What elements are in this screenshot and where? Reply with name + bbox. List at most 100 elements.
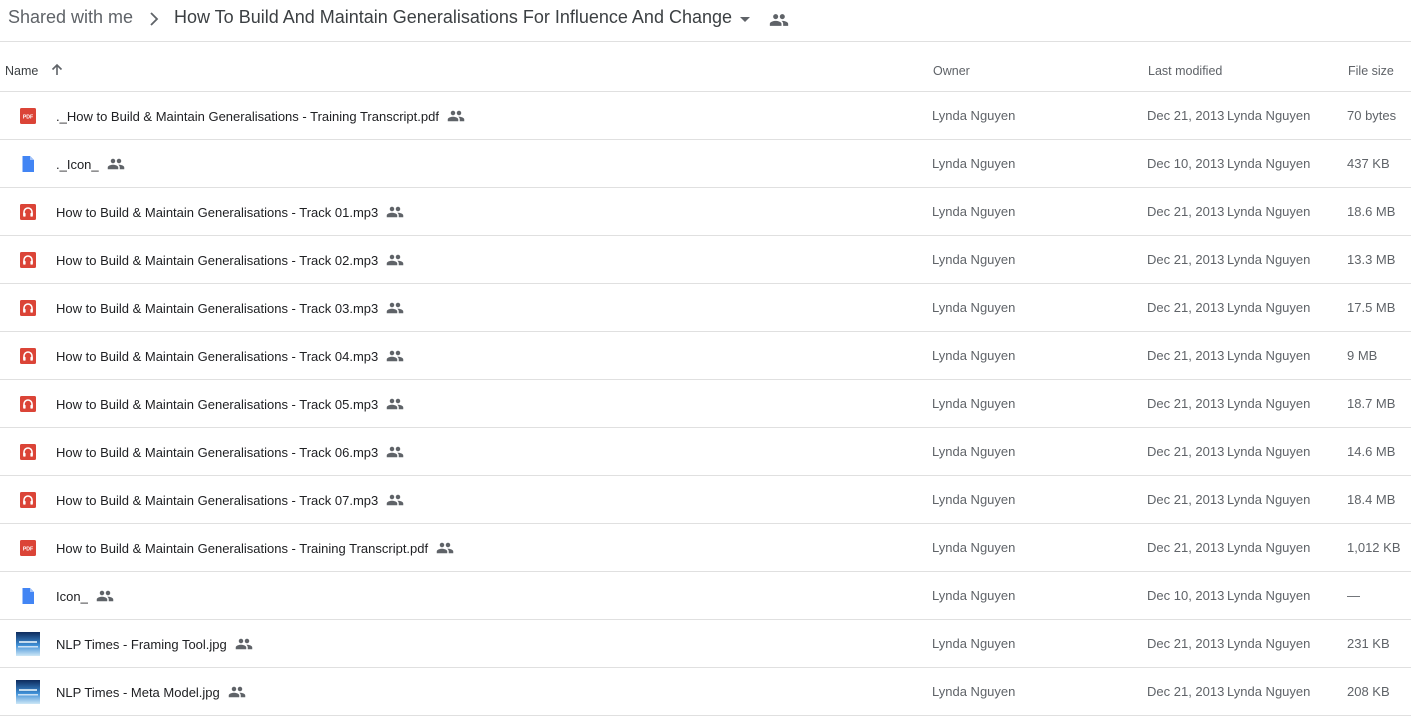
- file-owner: Lynda Nguyen: [932, 300, 1016, 315]
- file-row[interactable]: How to Build & Maintain Generalisations …: [0, 188, 1411, 236]
- shared-people-icon: [96, 587, 114, 605]
- column-header-name[interactable]: Name: [5, 64, 38, 78]
- breadcrumb-current-folder[interactable]: How To Build And Maintain Generalisation…: [174, 7, 732, 28]
- file-name[interactable]: How to Build & Maintain Generalisations …: [56, 445, 378, 460]
- file-name[interactable]: How to Build & Maintain Generalisations …: [56, 349, 378, 364]
- file-size: 208 KB: [1347, 684, 1390, 699]
- file-name-cell[interactable]: How to Build & Maintain Generalisations …: [56, 284, 404, 332]
- file-name-cell[interactable]: NLP Times - Meta Model.jpg: [56, 668, 246, 716]
- caret-down-icon[interactable]: [737, 11, 753, 27]
- file-row[interactable]: PDF How to Build & Maintain Generalisatio…: [0, 524, 1411, 572]
- file-modified-by: Lynda Nguyen: [1227, 348, 1311, 363]
- file-modified-date: Dec 21, 2013: [1147, 540, 1225, 555]
- file-name-cell[interactable]: NLP Times - Framing Tool.jpg: [56, 620, 253, 668]
- file-modified-by: Lynda Nguyen: [1227, 204, 1311, 219]
- file-modified-date: Dec 21, 2013: [1147, 396, 1225, 411]
- file-modified-by: Lynda Nguyen: [1227, 300, 1311, 315]
- file-owner: Lynda Nguyen: [932, 492, 1016, 507]
- file-owner: Lynda Nguyen: [932, 252, 1016, 267]
- file-name-cell[interactable]: Icon_: [56, 572, 114, 620]
- svg-text:PDF: PDF: [23, 115, 33, 121]
- file-owner: Lynda Nguyen: [932, 156, 1016, 171]
- column-header-last-modified[interactable]: Last modified: [1148, 64, 1222, 78]
- shared-people-icon: [436, 539, 454, 557]
- file-row[interactable]: How to Build & Maintain Generalisations …: [0, 332, 1411, 380]
- file-name[interactable]: How to Build & Maintain Generalisations …: [56, 253, 378, 268]
- column-header-row: Name Owner Last modified File size: [0, 43, 1411, 92]
- file-name[interactable]: NLP Times - Framing Tool.jpg: [56, 637, 227, 652]
- file-name[interactable]: How to Build & Maintain Generalisations …: [56, 493, 378, 508]
- file-owner: Lynda Nguyen: [932, 588, 1016, 603]
- file-name[interactable]: ._How to Build & Maintain Generalisation…: [56, 109, 439, 124]
- audio-icon: [19, 299, 37, 317]
- file-owner: Lynda Nguyen: [932, 108, 1016, 123]
- file-modified-by: Lynda Nguyen: [1227, 108, 1311, 123]
- file-name-cell[interactable]: How to Build & Maintain Generalisations …: [56, 524, 454, 572]
- file-name-cell[interactable]: How to Build & Maintain Generalisations …: [56, 236, 404, 284]
- file-owner: Lynda Nguyen: [932, 684, 1016, 699]
- file-icon: [19, 587, 37, 605]
- file-modified-by: Lynda Nguyen: [1227, 252, 1311, 267]
- shared-people-icon: [386, 443, 404, 461]
- audio-icon: [19, 251, 37, 269]
- shared-people-icon: [386, 251, 404, 269]
- file-name[interactable]: ._Icon_: [56, 157, 99, 172]
- file-modified-by: Lynda Nguyen: [1227, 396, 1311, 411]
- file-modified-date: Dec 10, 2013: [1147, 588, 1225, 603]
- file-row[interactable]: How to Build & Maintain Generalisations …: [0, 236, 1411, 284]
- file-modified-by: Lynda Nguyen: [1227, 540, 1311, 555]
- sort-arrow-up-icon[interactable]: [50, 63, 64, 77]
- file-list: PDF ._How to Build & Maintain Generalisat…: [0, 92, 1411, 716]
- audio-icon: [19, 491, 37, 509]
- audio-icon: [19, 347, 37, 365]
- file-owner: Lynda Nguyen: [932, 636, 1016, 651]
- file-size: 231 KB: [1347, 636, 1390, 651]
- audio-icon: [19, 203, 37, 221]
- shared-people-icon: [386, 491, 404, 509]
- file-row[interactable]: How to Build & Maintain Generalisations …: [0, 476, 1411, 524]
- file-row[interactable]: NLP Times - Meta Model.jpg Lynda Nguyen De…: [0, 668, 1411, 716]
- file-row[interactable]: Icon_ Lynda Nguyen Dec 10, 2013 Lynda Nguye…: [0, 572, 1411, 620]
- file-name[interactable]: How to Build & Maintain Generalisations …: [56, 301, 378, 316]
- breadcrumb: Shared with me How To Build And Maintain…: [0, 0, 1411, 42]
- file-row[interactable]: How to Build & Maintain Generalisations …: [0, 428, 1411, 476]
- file-size: —: [1347, 588, 1360, 603]
- file-row[interactable]: How to Build & Maintain Generalisations …: [0, 284, 1411, 332]
- file-name-cell[interactable]: ._Icon_: [56, 140, 125, 188]
- file-modified-date: Dec 21, 2013: [1147, 636, 1225, 651]
- file-name-cell[interactable]: How to Build & Maintain Generalisations …: [56, 380, 404, 428]
- image-thumbnail-icon: [16, 632, 40, 656]
- shared-people-icon: [386, 347, 404, 365]
- file-modified-date: Dec 21, 2013: [1147, 204, 1225, 219]
- svg-text:PDF: PDF: [23, 547, 33, 553]
- file-name-cell[interactable]: How to Build & Maintain Generalisations …: [56, 188, 404, 236]
- file-name[interactable]: How to Build & Maintain Generalisations …: [56, 397, 378, 412]
- file-name[interactable]: Icon_: [56, 589, 88, 604]
- file-row[interactable]: NLP Times - Framing Tool.jpg Lynda Nguyen…: [0, 620, 1411, 668]
- file-modified-by: Lynda Nguyen: [1227, 156, 1311, 171]
- file-name[interactable]: NLP Times - Meta Model.jpg: [56, 685, 220, 700]
- file-icon: [19, 155, 37, 173]
- file-row[interactable]: How to Build & Maintain Generalisations …: [0, 380, 1411, 428]
- file-size: 9 MB: [1347, 348, 1378, 363]
- file-modified-date: Dec 21, 2013: [1147, 684, 1225, 699]
- file-name-cell[interactable]: How to Build & Maintain Generalisations …: [56, 332, 404, 380]
- shared-people-icon: [769, 14, 789, 26]
- file-name[interactable]: How to Build & Maintain Generalisations …: [56, 205, 378, 220]
- file-name-cell[interactable]: How to Build & Maintain Generalisations …: [56, 428, 404, 476]
- file-modified-date: Dec 10, 2013: [1147, 156, 1225, 171]
- file-name-cell[interactable]: How to Build & Maintain Generalisations …: [56, 476, 404, 524]
- file-name-cell[interactable]: ._How to Build & Maintain Generalisation…: [56, 92, 465, 140]
- breadcrumb-shared-with-me[interactable]: Shared with me: [8, 7, 133, 28]
- chevron-right-icon: [150, 12, 159, 26]
- file-name[interactable]: How to Build & Maintain Generalisations …: [56, 541, 428, 556]
- shared-people-icon: [107, 155, 125, 173]
- file-row[interactable]: PDF ._How to Build & Maintain Generalisat…: [0, 92, 1411, 140]
- file-row[interactable]: ._Icon_ Lynda Nguyen Dec 10, 2013 Lynda Ngu…: [0, 140, 1411, 188]
- pdf-icon: PDF: [19, 539, 37, 557]
- shared-people-icon: [386, 299, 404, 317]
- file-modified-date: Dec 21, 2013: [1147, 252, 1225, 267]
- file-modified-by: Lynda Nguyen: [1227, 588, 1311, 603]
- shared-people-icon: [228, 683, 246, 701]
- file-modified-date: Dec 21, 2013: [1147, 444, 1225, 459]
